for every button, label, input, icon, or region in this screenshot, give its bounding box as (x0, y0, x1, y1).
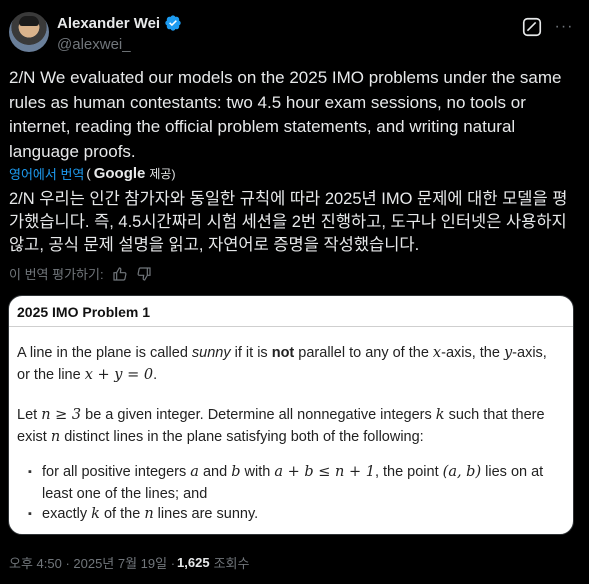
tweet-header: Alexander Wei @alexwei_ ··· (8, 8, 581, 56)
thumbs-down-icon[interactable] (136, 266, 152, 282)
more-icon[interactable]: ··· (553, 16, 575, 38)
rate-translation-label: 이 번역 평가하기: (9, 267, 104, 282)
card-title: 2025 IMO Problem 1 (17, 304, 151, 320)
problem-question: Let n ≥ 3 be a given integer. Determine … (17, 407, 545, 445)
problem-image-card[interactable]: 2025 IMO Problem 1 A line in the plane i… (8, 295, 574, 535)
translated-text: 2/N 우리는 인간 참가자와 동일한 규칙에 따라 2025년 IMO 문제에… (9, 190, 568, 254)
timestamp[interactable]: 오후 4:50 · 2025년 7월 19일 · (9, 553, 175, 572)
avatar[interactable] (9, 12, 49, 52)
view-count-label: 조회수 (213, 556, 250, 571)
tweet-footer: 오후 4:50 · 2025년 7월 19일 · 1,625 조회수 (9, 553, 249, 572)
condition-2: exactly k of the n lines are sunny. (28, 504, 556, 526)
google-logo: Google (93, 165, 146, 182)
view-count: 1,625 (177, 555, 210, 570)
translated-by-close: 제공) (149, 167, 176, 181)
condition-1: for all positive integers a and b with a… (28, 462, 556, 505)
tweet-text: 2/N We evaluated our models on the 2025 … (9, 68, 562, 161)
translation-attribution[interactable]: 영어에서 번역 ( Google 제공) (9, 164, 175, 183)
author-name-row: Alexander Wei (57, 14, 182, 32)
translated-by-open: ( (86, 166, 91, 181)
problem-definition: A line in the plane is called sunny if i… (17, 345, 547, 383)
verified-badge-icon (165, 15, 181, 31)
rate-translation-row: 이 번역 평가하기: (9, 264, 152, 283)
grok-icon[interactable] (521, 16, 543, 38)
card-divider (9, 326, 573, 327)
author-handle[interactable]: @alexwei_ (57, 36, 131, 53)
author-name[interactable]: Alexander Wei (57, 15, 160, 32)
translated-from-label[interactable]: 영어에서 번역 (9, 164, 84, 183)
thumbs-up-icon[interactable] (112, 266, 128, 282)
